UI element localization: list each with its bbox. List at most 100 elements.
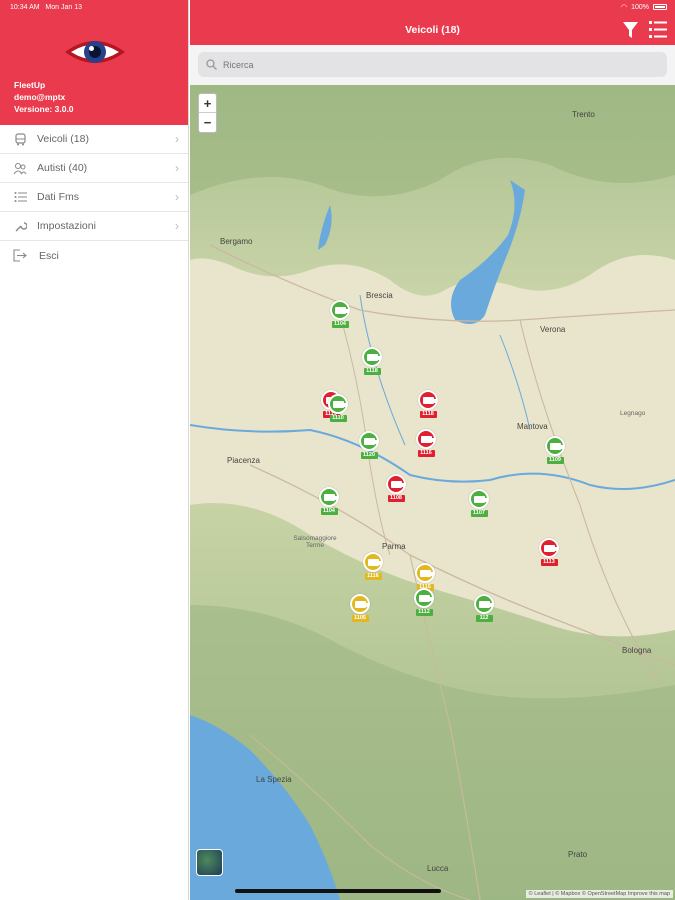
vehicle-id-label: 1104 <box>320 508 338 515</box>
battery-percent: 100% <box>631 3 649 11</box>
truck-icon <box>414 588 434 608</box>
sidebar-item-label: Dati Fms <box>37 191 79 203</box>
sidebar-header: FleetUp demo@mptx Versione: 3.0.0 <box>0 0 188 125</box>
sidebar-item-label: Impostazioni <box>37 220 96 232</box>
vehicle-marker[interactable]: 1108 <box>385 474 407 502</box>
page-title: Veicoli (18) <box>405 23 460 36</box>
vehicle-id-label: 1108 <box>387 495 405 502</box>
vehicle-marker[interactable]: 1118 <box>361 347 383 375</box>
city-label: Lucca <box>427 864 449 873</box>
vehicle-id-label: 1116 <box>417 450 435 457</box>
sidebar-item-impostazioni[interactable]: Impostazioni › <box>0 212 188 241</box>
truck-icon <box>415 563 435 583</box>
chevron-right-icon: › <box>175 219 179 233</box>
sidebar-item-label: Esci <box>39 249 59 262</box>
city-label: Legnago <box>620 410 646 417</box>
vehicle-marker[interactable]: 1112 <box>413 588 435 616</box>
city-label: Salsomaggiore Terme <box>293 535 337 549</box>
city-label: Bergamo <box>220 237 253 246</box>
vehicle-id-label: 1105 <box>351 615 369 622</box>
eye-logo-icon <box>65 41 125 63</box>
city-label: Verona <box>540 325 566 334</box>
truck-icon <box>539 538 559 558</box>
zoom-control: + − <box>198 93 217 133</box>
wifi-icon: ◠ <box>620 4 628 11</box>
sidebar-item-esci[interactable]: Esci <box>0 241 188 270</box>
vehicle-id-label: 1104 <box>331 321 349 328</box>
city-label: La Spezia <box>256 775 292 784</box>
truck-icon <box>330 300 350 320</box>
status-indicators: ◠ 100% <box>621 3 667 11</box>
vehicle-marker[interactable]: 1110 <box>327 394 349 422</box>
search-input[interactable] <box>223 59 623 70</box>
vehicle-marker[interactable]: 1115 <box>414 563 436 591</box>
vehicle-id-label: 1120 <box>360 452 378 459</box>
app-name: FleetUp <box>14 80 46 90</box>
vehicle-marker[interactable]: 1116 <box>362 552 384 580</box>
truck-icon <box>386 474 406 494</box>
city-label: Trento <box>572 110 595 119</box>
sidebar-item-dati-fms[interactable]: Dati Fms › <box>0 183 188 212</box>
list-icon <box>12 190 28 204</box>
vehicle-marker[interactable]: 1118 <box>417 390 439 418</box>
vehicle-id-label: 1118 <box>363 368 381 375</box>
map-attribution[interactable]: © Leaflet | © Mapbox © OpenStreetMap Imp… <box>525 890 673 898</box>
wrench-icon <box>12 219 28 233</box>
bus-icon <box>12 132 28 146</box>
vehicle-id-label: 1112 <box>415 609 433 616</box>
truck-icon <box>416 429 436 449</box>
vehicle-marker[interactable]: 1109 <box>544 436 566 464</box>
truck-icon <box>350 594 370 614</box>
people-icon <box>12 161 28 175</box>
vehicle-id-label: 1109 <box>546 457 564 464</box>
vehicle-marker[interactable]: 1116 <box>415 429 437 457</box>
city-label: Brescia <box>366 291 393 300</box>
zoom-out-button[interactable]: − <box>199 113 216 132</box>
chevron-right-icon: › <box>175 132 179 146</box>
vehicle-marker[interactable]: 112 <box>473 594 495 622</box>
app-version: Versione: 3.0.0 <box>14 104 74 114</box>
vehicle-marker[interactable]: 1113 <box>538 538 560 566</box>
vehicle-id-label: 112 <box>475 615 493 622</box>
truck-icon <box>319 487 339 507</box>
truck-icon <box>328 394 348 414</box>
search-container <box>190 45 675 85</box>
truck-icon <box>418 390 438 410</box>
search-bar[interactable] <box>198 52 667 77</box>
sidebar-menu: Veicoli (18) › Autisti (40) › Dati Fms ›… <box>0 125 188 270</box>
zoom-in-button[interactable]: + <box>199 94 216 113</box>
sidebar-item-label: Autisti (40) <box>37 162 88 174</box>
sidebar: FleetUp demo@mptx Versione: 3.0.0 Veicol… <box>0 0 189 900</box>
city-label: Prato <box>568 850 588 859</box>
vehicle-id-label: 1118 <box>419 411 437 418</box>
map-view[interactable]: + − Trento Bergamo Brescia Verona Mantov… <box>190 85 675 900</box>
sidebar-item-autisti[interactable]: Autisti (40) › <box>0 154 188 183</box>
truck-icon <box>469 489 489 509</box>
topbar: Veicoli (18) <box>190 0 675 45</box>
truck-icon <box>545 436 565 456</box>
vehicle-marker[interactable]: 1120 <box>358 431 380 459</box>
chevron-right-icon: › <box>175 190 179 204</box>
home-indicator <box>235 889 441 893</box>
vehicle-id-label: 1110 <box>329 415 347 422</box>
filter-icon[interactable] <box>623 21 638 39</box>
city-label: Piacenza <box>227 456 260 465</box>
main-panel: Veicoli (18) Ricerca + − Trento Bergamo … <box>190 0 675 900</box>
search-icon <box>206 59 217 70</box>
vehicle-id-label: 1116 <box>364 573 382 580</box>
chevron-right-icon: › <box>175 161 179 175</box>
vehicle-marker[interactable]: 1104 <box>318 487 340 515</box>
list-view-icon[interactable] <box>649 21 667 38</box>
truck-icon <box>359 431 379 451</box>
vehicle-marker[interactable]: 1107 <box>468 489 490 517</box>
battery-icon <box>653 4 667 10</box>
logout-icon <box>12 249 28 263</box>
vehicle-id-label: 1107 <box>470 510 488 517</box>
city-label: Bologna <box>622 646 652 655</box>
sidebar-item-label: Veicoli (18) <box>37 133 89 145</box>
vehicle-marker[interactable]: 1105 <box>349 594 371 622</box>
layer-switch-button[interactable] <box>196 849 223 876</box>
sidebar-item-veicoli[interactable]: Veicoli (18) › <box>0 125 188 154</box>
vehicle-marker[interactable]: 1104 <box>329 300 351 328</box>
status-time: 10:34 AM Mon Jan 13 <box>10 4 83 11</box>
